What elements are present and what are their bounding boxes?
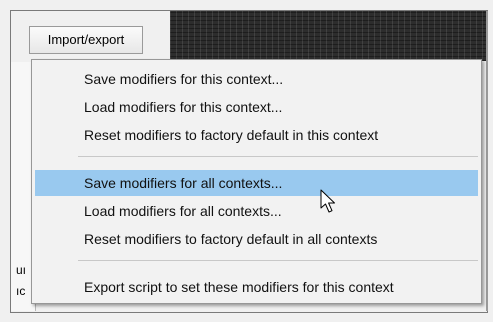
menu-item-load-this-context[interactable]: Load modifiers for this context... [35,94,478,120]
pointer-arrow-icon [320,189,335,213]
window-edge [486,11,488,311]
left-panel-text-fragment: uı [16,263,27,277]
menu-item-reset-all-contexts[interactable]: Reset modifiers to factory default in al… [35,226,478,252]
menu-item-export-script[interactable]: Export script to set these modifiers for… [35,274,478,300]
menu-item-save-all-contexts[interactable]: Save modifiers for all contexts... [35,170,478,196]
left-panel-text-fragment: ıc [16,284,26,298]
menu-item-load-all-contexts[interactable]: Load modifiers for all contexts... [35,198,478,224]
import-export-menu: Save modifiers for this context... Load … [31,59,482,304]
track-area [170,11,486,61]
import-export-button[interactable]: Import/export [29,26,143,54]
menu-item-save-this-context[interactable]: Save modifiers for this context... [35,66,478,92]
menu-separator [78,156,478,157]
menu-item-reset-this-context[interactable]: Reset modifiers to factory default in th… [35,122,478,148]
menu-separator [78,260,478,261]
